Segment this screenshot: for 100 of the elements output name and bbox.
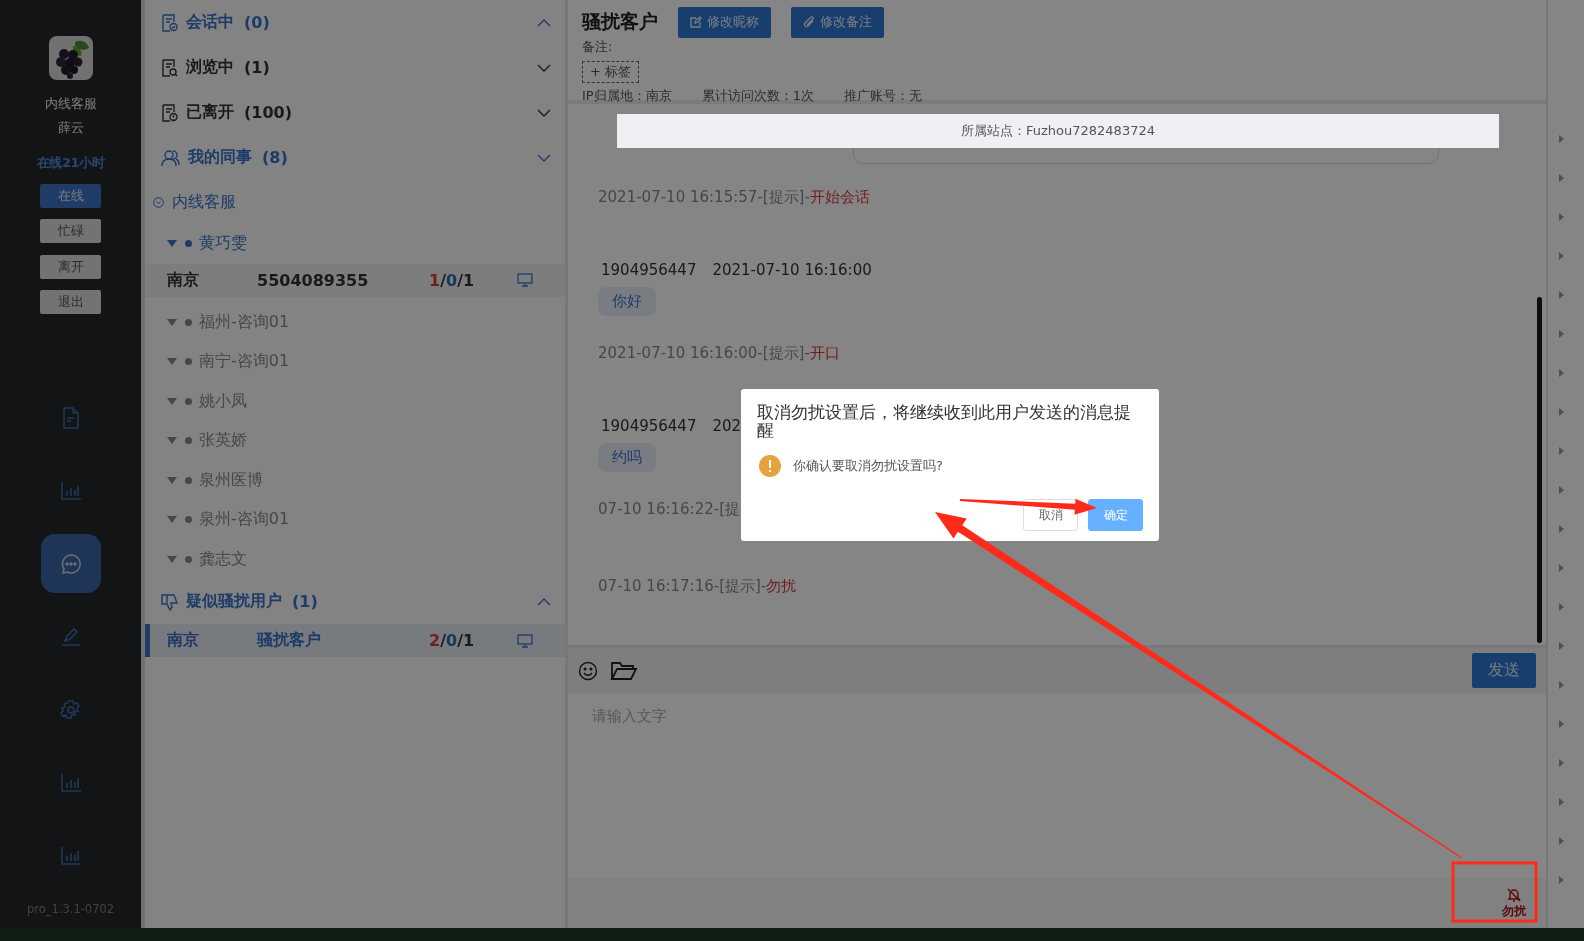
visitor-stats: 1/0/1	[429, 270, 476, 290]
folder-icon	[610, 660, 638, 681]
visitor-city: 南京	[167, 269, 200, 291]
document-icon	[60, 406, 81, 429]
status-button[interactable]: 离开	[40, 254, 101, 279]
visitor-name: 5504089355	[257, 270, 370, 290]
sender-id: 1904956447	[601, 417, 697, 435]
status-button[interactable]: 退出	[40, 290, 101, 314]
section-header[interactable]: 已离开 (100)	[145, 90, 565, 135]
section-title: 我的同事	[188, 147, 252, 168]
chevron-down-icon	[537, 108, 551, 117]
section-count: (1)	[292, 592, 318, 611]
do-not-disturb-button[interactable]: 勿扰	[1502, 887, 1526, 920]
colleague-item[interactable]: 黄巧雯	[145, 224, 565, 264]
section-count: (0)	[244, 13, 270, 32]
monitor-icon	[517, 633, 533, 648]
colleague-item[interactable]: 南宁-咨询01	[145, 342, 565, 382]
chevron-down-icon	[537, 153, 551, 162]
system-message: 07-10 16:16:22-[提	[598, 499, 740, 520]
caret-down-icon	[167, 555, 177, 563]
caret-down-icon	[167, 397, 177, 405]
customer-name: 骚扰客户	[582, 9, 658, 34]
bar-chart-icon	[59, 845, 82, 866]
section-count: (100)	[244, 103, 293, 122]
settings-icon	[59, 698, 82, 721]
colleague-name: 泉州医博	[199, 469, 263, 491]
visitor-info: 推广账号：无	[843, 87, 922, 105]
visitor-info: 累计访问次数：1次	[701, 87, 814, 105]
agent-group: 内线客服	[44, 92, 97, 116]
section-count: (1)	[244, 58, 270, 77]
group-header[interactable]: 内线客服	[145, 180, 565, 224]
nav-button[interactable]	[40, 534, 101, 593]
section-title: 会话中	[186, 12, 234, 33]
dialog-title: 取消勿扰设置后，将继续收到此用户发送的消息提醒	[757, 403, 1132, 439]
document-check-icon	[161, 13, 178, 32]
section-header[interactable]: 浏览中 (1)	[145, 45, 565, 90]
warning-icon	[759, 455, 781, 477]
status-button[interactable]: 忙碌	[40, 219, 101, 243]
colleague-item[interactable]: 龚志文	[145, 539, 565, 579]
site-banner: 所属站点：Fuzhou7282483724	[617, 114, 1499, 148]
section-header[interactable]: 我的同事 (8)	[145, 135, 565, 180]
colleague-item[interactable]: 姚小凤	[145, 381, 565, 421]
visitor-name: 骚扰客户	[257, 630, 322, 651]
group-name: 内线客服	[172, 191, 236, 213]
bar-chart-icon	[59, 480, 82, 501]
colleague-item[interactable]: 泉州-咨询01	[145, 500, 565, 540]
edit-icon	[690, 16, 702, 28]
visitor-row[interactable]: 南京 骚扰客户 2/0/1	[145, 624, 565, 657]
caret-down-icon	[167, 437, 177, 445]
pencil-icon	[59, 626, 82, 647]
header-button[interactable]: 修改备注	[791, 6, 884, 38]
section-count: (8)	[262, 148, 288, 167]
colleague-name: 姚小凤	[199, 390, 247, 412]
colleague-name: 南宁-咨询01	[199, 351, 290, 373]
muted-bell-icon	[1506, 887, 1522, 903]
document-search-icon	[161, 58, 178, 77]
monitor-icon	[517, 273, 533, 287]
section-header[interactable]: 会话中 (0)	[145, 0, 565, 45]
bar-chart-icon	[59, 772, 82, 793]
section-title: 浏览中	[186, 57, 234, 78]
online-duration: 在线21小时	[36, 154, 105, 172]
colleague-name: 泉州-咨询01	[199, 509, 290, 531]
document-alert-icon	[161, 103, 178, 122]
caret-down-icon	[167, 516, 177, 524]
send-button[interactable]: 发送	[1472, 653, 1536, 688]
header-button[interactable]: 修改昵称	[678, 6, 771, 38]
sender-id: 1904956447	[601, 261, 697, 279]
dialog-message: 你确认要取消勿扰设置吗?	[793, 457, 943, 475]
colleague-name: 龚志文	[199, 548, 247, 570]
note-label: 备注:	[582, 38, 614, 56]
system-message: 2021-07-10 16:15:57-[提示]-开始会话	[598, 187, 870, 208]
visitor-row[interactable]: 南京 5504089355 1/0/1	[145, 263, 565, 297]
smiley-icon	[578, 660, 598, 681]
scrollbar[interactable]	[1537, 297, 1542, 643]
caret-down-icon	[167, 240, 177, 248]
section-title: 已离开	[186, 102, 234, 123]
chat-icon	[59, 552, 82, 575]
chevron-up-icon	[537, 597, 551, 606]
message-bubble: 约吗	[598, 443, 656, 472]
message-time: 202	[712, 417, 742, 435]
agent-name: 薛云	[57, 119, 84, 137]
section-header[interactable]: 疑似骚扰用户 (1)	[145, 579, 565, 624]
confirm-button[interactable]: 确定	[1088, 499, 1143, 531]
status-button[interactable]: 在线	[40, 183, 101, 208]
section-title: 疑似骚扰用户	[186, 591, 282, 612]
colleague-name: 黄巧雯	[199, 233, 247, 255]
colleague-item[interactable]: 张英娇	[145, 421, 565, 461]
chevron-up-icon	[537, 18, 551, 27]
message-time: 2021-07-10 16:16:00	[712, 261, 872, 279]
visitor-stats: 2/0/1	[429, 631, 476, 650]
caret-down-icon	[167, 476, 177, 484]
colleague-item[interactable]: 福州-咨询01	[145, 302, 565, 342]
add-tag-button[interactable]: + 标签	[582, 61, 640, 83]
caret-down-icon	[167, 358, 177, 366]
visitor-info: IP归属地：南京	[582, 87, 672, 105]
system-message: 2021-07-10 16:16:00-[提示]-开口	[598, 343, 840, 364]
message-bubble: 你好	[598, 287, 656, 316]
chevron-down-icon	[537, 63, 551, 72]
colleague-item[interactable]: 泉州医博	[145, 460, 565, 500]
collapse-circle-icon	[153, 196, 164, 208]
